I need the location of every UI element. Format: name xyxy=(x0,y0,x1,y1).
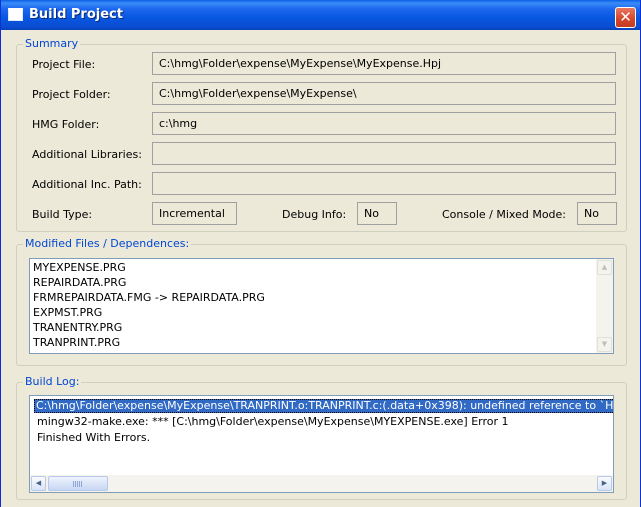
additional-inc-path-field[interactable] xyxy=(152,172,616,195)
debug-info-field[interactable]: No xyxy=(357,202,397,225)
console-mode-label: Console / Mixed Mode: xyxy=(442,208,567,221)
log-line[interactable]: C:\hmg\Folder\expense\MyExpense\TRANPRIN… xyxy=(34,399,613,413)
additional-inc-path-label: Additional Inc. Path: xyxy=(32,178,142,191)
console-mode-field[interactable]: No xyxy=(577,202,617,225)
modified-files-legend: Modified Files / Dependences: xyxy=(23,237,192,250)
list-item[interactable]: TRANENTRY.PRG xyxy=(33,321,122,335)
window-title: Build Project xyxy=(29,7,123,22)
build-project-window: Build Project ✕ Summary Project File: C:… xyxy=(0,0,641,507)
additional-libraries-label: Additional Libraries: xyxy=(32,148,142,161)
window-icon xyxy=(8,8,23,21)
list-item[interactable]: FRMREPAIRDATA.FMG -> REPAIRDATA.PRG xyxy=(33,291,265,305)
debug-info-label: Debug Info: xyxy=(282,208,347,221)
build-log-legend: Build Log: xyxy=(23,375,82,388)
additional-libraries-field[interactable] xyxy=(152,142,616,165)
modified-files-list[interactable]: MYEXPENSE.PRG REPAIRDATA.PRG FRMREPAIRDA… xyxy=(29,258,614,354)
scroll-thumb[interactable] xyxy=(48,476,108,491)
scroll-up-icon[interactable]: ▲ xyxy=(597,260,612,275)
build-type-field[interactable]: Incremental xyxy=(152,202,237,225)
scroll-left-icon[interactable]: ◀ xyxy=(31,476,46,491)
project-file-field[interactable]: C:\hmg\Folder\expense\MyExpense\MyExpens… xyxy=(152,52,616,75)
build-type-label: Build Type: xyxy=(32,208,93,221)
list-item[interactable]: TRANPRINT.PRG xyxy=(33,336,120,350)
hmg-folder-label: HMG Folder: xyxy=(32,118,100,131)
close-button[interactable]: ✕ xyxy=(615,7,636,28)
project-file-label: Project File: xyxy=(32,58,96,71)
project-folder-field[interactable]: C:\hmg\Folder\expense\MyExpense\ xyxy=(152,82,616,105)
list-item[interactable]: REPAIRDATA.PRG xyxy=(33,276,126,290)
title-bar[interactable]: Build Project ✕ xyxy=(1,0,640,30)
hmg-folder-field[interactable]: c:\hmg xyxy=(152,112,616,135)
project-folder-label: Project Folder: xyxy=(32,88,111,101)
modified-files-vertical-scrollbar[interactable]: ▲ ▼ xyxy=(596,259,613,353)
summary-legend: Summary xyxy=(23,37,81,50)
list-item[interactable]: MYEXPENSE.PRG xyxy=(33,261,126,275)
log-line[interactable]: Finished With Errors. xyxy=(37,431,150,445)
scroll-down-icon[interactable]: ▼ xyxy=(597,337,612,352)
build-log-list[interactable]: C:\hmg\Folder\expense\MyExpense\TRANPRIN… xyxy=(29,395,614,493)
list-item[interactable]: EXPMST.PRG xyxy=(33,306,102,320)
scroll-right-icon[interactable]: ▶ xyxy=(597,476,612,491)
build-log-horizontal-scrollbar[interactable]: ◀ ▶ xyxy=(30,475,613,492)
scroll-thumb-grip-icon xyxy=(73,481,83,487)
log-line[interactable]: mingw32-make.exe: *** [C:\hmg\Folder\exp… xyxy=(37,415,509,429)
